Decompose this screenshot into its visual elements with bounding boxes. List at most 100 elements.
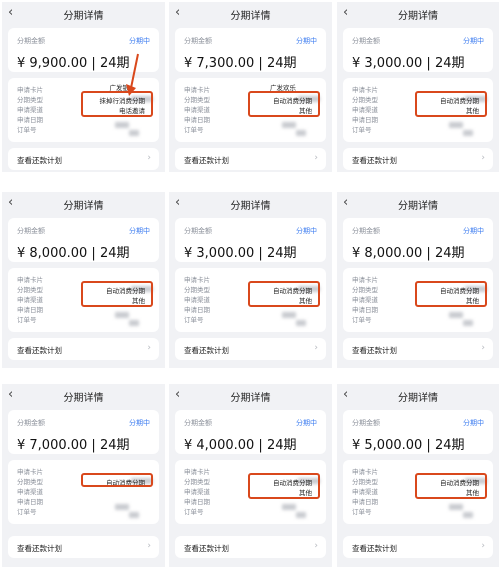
installment-amount: ¥ 7,000.00 | 24期 <box>17 434 130 453</box>
view-repayment-plan-button[interactable]: 查看还款计划 › <box>175 338 326 360</box>
chevron-right-icon: › <box>314 343 318 353</box>
title-bar: ‹ 分期详情 <box>337 2 499 26</box>
info-card: 申请卡片 分期类型 申请渠道 申请日期 订单号 自动消费分期 其他 <box>175 460 326 524</box>
repayment-plan-label: 查看还款计划 <box>352 544 397 553</box>
info-row-label: 分期类型 <box>17 478 43 486</box>
amount-value: ¥ 3,000.00 <box>352 56 423 71</box>
amount-card: 分期金额 分期中 ¥ 7,000.00 | 24期 <box>8 410 159 454</box>
info-row-label: 申请日期 <box>352 116 378 124</box>
chevron-right-icon: › <box>147 153 151 163</box>
info-row-label: 申请卡片 <box>352 276 378 284</box>
amount-label: 分期金额 <box>184 419 212 427</box>
status-badge: 分期中 <box>129 227 150 235</box>
amount-value: ¥ 8,000.00 <box>352 246 423 261</box>
repayment-plan-label: 查看还款计划 <box>184 544 229 553</box>
view-repayment-plan-button[interactable]: 查看还款计划 › <box>343 536 493 558</box>
title-bar: ‹ 分期详情 <box>2 384 165 408</box>
installment-amount: ¥ 3,000.00 | 24期 <box>352 52 465 71</box>
repayment-plan-label: 查看还款计划 <box>17 544 62 553</box>
page-title: 分期详情 <box>63 201 104 212</box>
info-row-label: 订单号 <box>352 508 372 516</box>
view-repayment-plan-button[interactable]: 查看还款计划 › <box>175 536 326 558</box>
chevron-right-icon: › <box>147 541 151 551</box>
info-row-label: 订单号 <box>17 126 37 134</box>
title-bar: ‹ 分期详情 <box>2 192 165 216</box>
redacted-blur <box>449 122 463 128</box>
term-value: 24期 <box>434 438 465 453</box>
info-row-label: 申请卡片 <box>352 86 378 94</box>
info-card: 申请卡片 分期类型 申请渠道 申请日期 订单号 自动消费分期 其他 <box>8 268 159 332</box>
info-row-label: 订单号 <box>17 508 37 516</box>
redacted-blur <box>282 504 296 510</box>
amount-card: 分期金额 分期中 ¥ 4,000.00 | 24期 <box>175 410 326 454</box>
view-repayment-plan-button[interactable]: 查看还款计划 › <box>343 338 493 360</box>
redacted-blur <box>282 122 296 128</box>
redacted-blur <box>129 320 139 326</box>
installment-amount: ¥ 5,000.00 | 24期 <box>352 434 465 453</box>
redacted-blur <box>296 320 306 326</box>
amount-label: 分期金额 <box>352 227 380 235</box>
info-row-label: 分期类型 <box>184 96 210 104</box>
page-title: 分期详情 <box>230 201 271 212</box>
amount-separator: | <box>254 438 267 453</box>
info-row-label: 订单号 <box>184 126 204 134</box>
info-row-label: 申请渠道 <box>17 106 43 114</box>
term-value: 24期 <box>434 56 465 71</box>
amount-value: ¥ 7,000.00 <box>17 438 88 453</box>
title-bar: ‹ 分期详情 <box>169 192 332 216</box>
info-row-label: 申请日期 <box>17 116 43 124</box>
amount-label: 分期金额 <box>352 419 380 427</box>
info-row-label: 申请卡片 <box>184 468 210 476</box>
amount-separator: | <box>87 56 100 71</box>
info-row-label: 申请渠道 <box>352 296 378 304</box>
amount-value: ¥ 5,000.00 <box>352 438 423 453</box>
redacted-blur <box>449 312 463 318</box>
info-row-label: 申请日期 <box>184 116 210 124</box>
installment-amount: ¥ 3,000.00 | 24期 <box>184 242 297 261</box>
view-repayment-plan-button[interactable]: 查看还款计划 › <box>343 148 493 170</box>
info-row-label: 分期类型 <box>17 96 43 104</box>
view-repayment-plan-button[interactable]: 查看还款计划 › <box>8 148 159 170</box>
redacted-blur <box>115 504 129 510</box>
amount-card: 分期金额 分期中 ¥ 3,000.00 | 24期 <box>343 28 493 72</box>
title-bar: ‹ 分期详情 <box>169 2 332 26</box>
title-bar: ‹ 分期详情 <box>2 2 165 26</box>
amount-card: 分期金额 分期中 ¥ 7,300.00 | 24期 <box>175 28 326 72</box>
info-row-label: 申请日期 <box>352 306 378 314</box>
info-row-label: 申请渠道 <box>352 488 378 496</box>
installment-detail-panel: ‹ 分期详情 分期金额 分期中 ¥ 4,000.00 | 24期 申请卡片 分期类型 申请渠道… <box>169 384 332 567</box>
amount-value: ¥ 8,000.00 <box>17 246 88 261</box>
repayment-plan-label: 查看还款计划 <box>184 346 229 355</box>
amount-label: 分期金额 <box>17 37 45 45</box>
status-badge: 分期中 <box>296 419 317 427</box>
info-row-label: 申请日期 <box>352 498 378 506</box>
view-repayment-plan-button[interactable]: 查看还款计划 › <box>8 338 159 360</box>
repayment-plan-label: 查看还款计划 <box>17 346 62 355</box>
amount-separator: | <box>254 56 267 71</box>
chevron-right-icon: › <box>314 541 318 551</box>
info-row-label: 申请日期 <box>17 498 43 506</box>
info-row-label: 申请卡片 <box>17 276 43 284</box>
installment-detail-panel: ‹ 分期详情 分期金额 分期中 ¥ 3,000.00 | 24期 申请卡片 分期类型 申请渠道… <box>337 2 499 172</box>
amount-label: 分期金额 <box>184 227 212 235</box>
redacted-blur <box>282 312 296 318</box>
view-repayment-plan-button[interactable]: 查看还款计划 › <box>8 536 159 558</box>
repayment-plan-label: 查看还款计划 <box>17 156 62 165</box>
page-title: 分期详情 <box>398 393 438 404</box>
amount-value: ¥ 7,300.00 <box>184 56 255 71</box>
chevron-right-icon: › <box>481 153 485 163</box>
page-title: 分期详情 <box>398 11 438 22</box>
installment-amount: ¥ 9,900.00 | 24期 <box>17 52 130 71</box>
info-row-label: 订单号 <box>352 126 372 134</box>
installment-detail-panel: ‹ 分期详情 分期金额 分期中 ¥ 7,000.00 | 24期 申请卡片 分期类型 申请渠道… <box>2 384 165 567</box>
redacted-blur <box>129 130 139 136</box>
status-badge: 分期中 <box>129 419 150 427</box>
view-repayment-plan-button[interactable]: 查看还款计划 › <box>175 148 326 170</box>
title-bar: ‹ 分期详情 <box>169 384 332 408</box>
status-badge: 分期中 <box>463 419 484 427</box>
amount-card: 分期金额 分期中 ¥ 5,000.00 | 24期 <box>343 410 493 454</box>
info-row-label: 申请渠道 <box>17 488 43 496</box>
info-row-label: 分期类型 <box>17 286 43 294</box>
amount-card: 分期金额 分期中 ¥ 8,000.00 | 24期 <box>343 218 493 262</box>
amount-separator: | <box>422 246 435 261</box>
